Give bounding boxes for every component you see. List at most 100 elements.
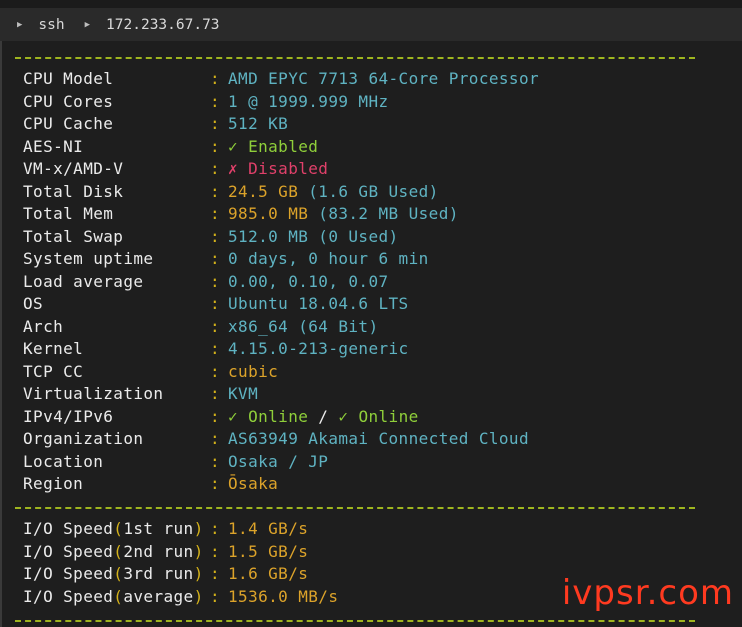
info-separator: : — [210, 114, 221, 133]
watermark-logo: ivpsr.com — [561, 573, 734, 613]
paren-close: ) — [193, 586, 204, 606]
info-label: Organization — [23, 429, 144, 448]
io-speed-prefix: I/O Speed — [23, 586, 114, 606]
info-value-segment: 4.15.0-213-generic — [228, 339, 409, 358]
info-value-segment: Ubuntu 18.04.6 LTS — [228, 294, 409, 313]
caret-right-icon: ▶ — [17, 19, 23, 30]
io-speed-value: 1.4 GB/s — [228, 519, 309, 538]
io-speed-value: 1.6 GB/s — [228, 564, 309, 583]
paren-open: ( — [113, 519, 124, 538]
io-speed-label: I/O Speed(3rd run) — [23, 563, 204, 585]
info-value: cubic — [228, 361, 278, 383]
caret-right-icon: ▶ — [84, 19, 91, 30]
paren-close: ) — [193, 564, 204, 583]
info-value: 512.0 MB (0 Used) — [228, 226, 399, 248]
info-value-segment: 0.00, 0.10, 0.07 — [228, 271, 389, 291]
io-speed-run: 3rd run — [123, 564, 194, 583]
io-speed-value: 1536.0 MB/s — [228, 586, 339, 606]
separator-line — [15, 507, 695, 509]
info-label: CPU Cores — [23, 91, 114, 111]
info-label: Location — [23, 451, 104, 471]
info-label: System uptime — [23, 249, 154, 268]
paren-open: ( — [113, 541, 124, 561]
paren-close: ) — [193, 541, 204, 561]
info-value: 0 days, 0 hour 6 min — [228, 248, 429, 270]
info-value-segment: Disabled — [248, 159, 329, 178]
info-value-segment: 512.0 MB (0 Used) — [228, 226, 399, 246]
io-speed-separator: : — [210, 564, 221, 583]
info-separator: : — [210, 271, 221, 291]
paren-close: ) — [193, 519, 204, 538]
info-value-segment: x86_64 (64 Bit) — [228, 316, 379, 336]
info-value: ✓ Enabled — [228, 136, 318, 158]
io-speed-run: average — [123, 586, 194, 606]
info-value-segment: (83.2 MB Used) — [308, 204, 459, 223]
breadcrumb-ssh[interactable]: ssh — [38, 17, 64, 33]
info-label: AES-NI — [23, 136, 84, 156]
info-value-segment: 0 days, 0 hour 6 min — [228, 249, 429, 268]
info-value-segment: ✓ Online — [338, 406, 419, 426]
io-speed-label: I/O Speed(2nd run) — [23, 541, 204, 563]
info-separator: : — [210, 69, 221, 88]
info-value: Osaka / JP — [228, 451, 328, 473]
info-value-segment: ✓ Online — [228, 406, 309, 426]
info-value: AMD EPYC 7713 64-Core Processor — [228, 68, 539, 90]
info-value: AS63949 Akamai Connected Cloud — [228, 428, 529, 450]
info-value-segment: Osaka / JP — [228, 451, 329, 471]
info-value-segment: / — [308, 406, 339, 426]
info-label: OS — [23, 294, 44, 313]
io-speed-label: I/O Speed(1st run) — [23, 518, 204, 540]
info-value-segment: KVM — [228, 384, 259, 403]
info-label: CPU Model — [23, 69, 114, 88]
info-separator: : — [210, 91, 221, 111]
info-label: VM-x/AMD-V — [23, 159, 124, 178]
info-value-segment: (1.6 GB Used) — [298, 181, 439, 201]
info-label: CPU Cache — [23, 114, 114, 133]
info-value: KVM — [228, 383, 258, 405]
io-speed-prefix: I/O Speed — [23, 564, 114, 583]
info-label: TCP CC — [23, 361, 84, 381]
info-separator: : — [210, 249, 221, 268]
info-value: 24.5 GB (1.6 GB Used) — [228, 181, 439, 203]
info-value-segment: 985.0 MB — [228, 204, 309, 223]
info-value: 985.0 MB (83.2 MB Used) — [228, 203, 459, 225]
terminal-left-border — [0, 41, 2, 627]
window-top-strip — [0, 0, 742, 8]
info-value: Ōsaka — [228, 473, 278, 495]
info-label: Region — [23, 474, 84, 493]
info-value: 512 KB — [228, 113, 288, 135]
breadcrumb-host[interactable]: 172.233.67.73 — [106, 17, 220, 33]
info-label: Arch — [23, 316, 64, 336]
info-separator: : — [210, 226, 221, 246]
info-value: x86_64 (64 Bit) — [228, 316, 379, 338]
info-separator: : — [210, 204, 221, 223]
info-label: IPv4/IPv6 — [23, 406, 114, 426]
info-label: Total Disk — [23, 181, 124, 201]
info-value-segment: AMD EPYC 7713 64-Core Processor — [228, 69, 540, 88]
info-value: Ubuntu 18.04.6 LTS — [228, 293, 409, 315]
info-label: Kernel — [23, 339, 84, 358]
info-separator: : — [210, 339, 221, 358]
io-speed-run: 1st run — [123, 519, 194, 538]
info-value-segment: AS63949 Akamai Connected Cloud — [228, 429, 529, 448]
io-speed-prefix: I/O Speed — [23, 541, 114, 561]
info-separator: : — [210, 451, 221, 471]
separator-line — [15, 57, 695, 59]
info-separator: : — [210, 294, 221, 313]
info-value-segment: cubic — [228, 361, 279, 381]
separator-line — [15, 620, 695, 622]
paren-open: ( — [113, 564, 124, 583]
info-value: 4.15.0-213-generic — [228, 338, 409, 360]
io-speed-separator: : — [210, 541, 221, 561]
info-separator: : — [210, 384, 221, 403]
io-speed-value: 1.5 GB/s — [228, 541, 309, 561]
info-separator: : — [210, 159, 221, 178]
info-value: ✓ Online / ✓ Online — [228, 406, 419, 428]
info-value-segment: ✓ Enabled — [228, 136, 319, 156]
info-separator: : — [210, 181, 221, 201]
info-separator: : — [210, 429, 221, 448]
info-value-segment: 24.5 GB — [228, 181, 299, 201]
info-label: Load average — [23, 271, 144, 291]
info-separator: : — [210, 136, 221, 156]
io-speed-prefix: I/O Speed — [23, 519, 114, 538]
